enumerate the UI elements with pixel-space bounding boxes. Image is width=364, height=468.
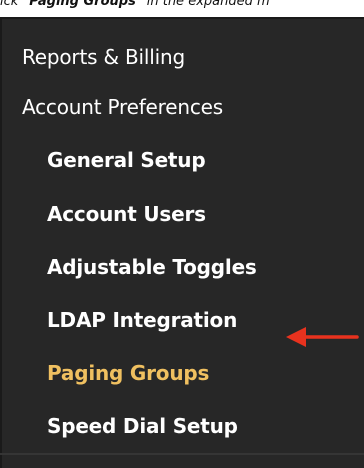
submenu-item-ldap-integration[interactable]: LDAP Integration xyxy=(47,306,237,334)
menu-item-account-preferences[interactable]: Account Preferences xyxy=(22,93,223,121)
submenu-item-account-users[interactable]: Account Users xyxy=(47,200,206,228)
submenu-item-adjustable-toggles[interactable]: Adjustable Toggles xyxy=(47,253,257,281)
instruction-caption: ick "Paging Groups" in the expanded m xyxy=(0,0,364,10)
menu-item-reports-billing[interactable]: Reports & Billing xyxy=(22,43,185,71)
arrow-left-icon xyxy=(286,327,359,347)
caption-prefix: ick xyxy=(0,0,23,9)
left-divider xyxy=(0,17,2,468)
submenu-item-general-setup[interactable]: General Setup xyxy=(47,146,206,174)
caption-suffix: in the expanded m xyxy=(142,0,270,9)
top-divider xyxy=(0,17,364,19)
bottom-divider xyxy=(0,453,364,455)
caption-bold: "Paging Groups" xyxy=(22,0,143,9)
submenu-item-paging-groups[interactable]: Paging Groups xyxy=(47,359,209,387)
submenu-item-speed-dial-setup[interactable]: Speed Dial Setup xyxy=(47,412,238,440)
sidebar-menu: Reports & Billing Account Preferences Ge… xyxy=(0,17,364,468)
